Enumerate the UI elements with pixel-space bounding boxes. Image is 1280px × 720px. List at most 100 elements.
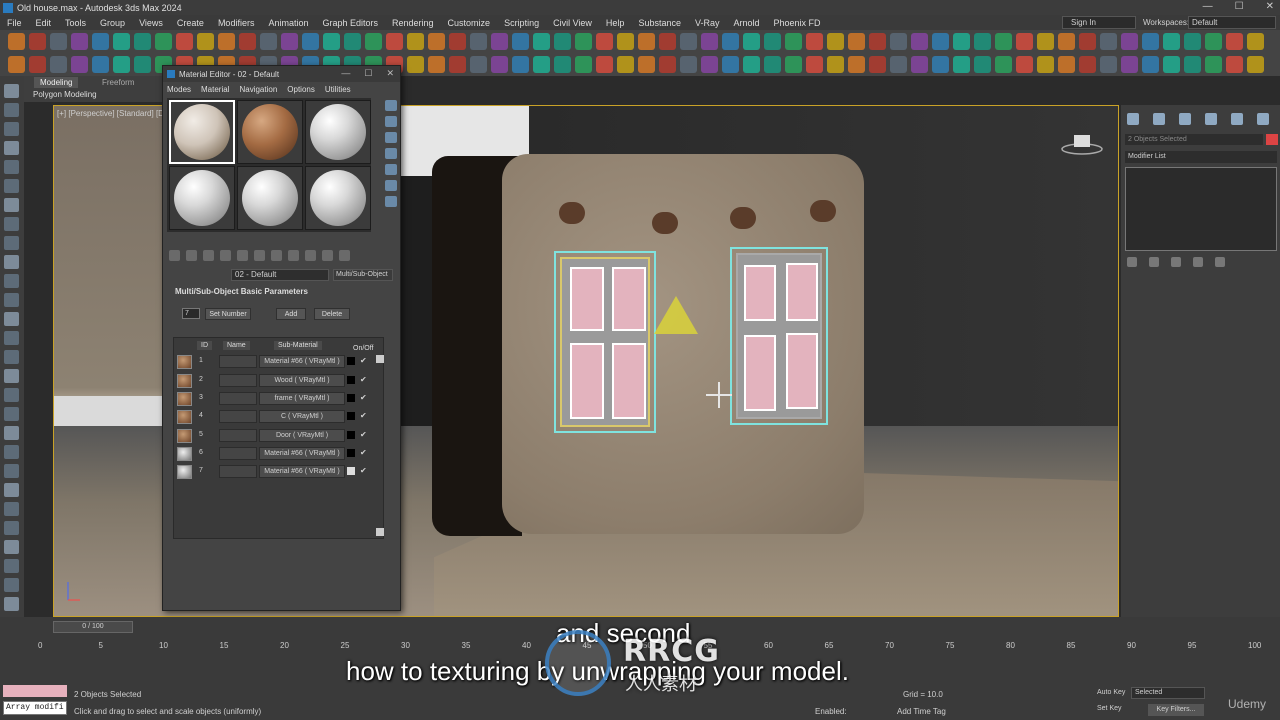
- toolbar-tool-icon[interactable]: [890, 33, 907, 50]
- toolbar-tool-icon[interactable]: [281, 33, 298, 50]
- toolbar-tool-icon[interactable]: [1184, 33, 1201, 50]
- toolbar-tool-icon[interactable]: [302, 33, 319, 50]
- menu-scripting[interactable]: Scripting: [497, 18, 546, 28]
- toolbar-tool-icon[interactable]: [512, 56, 529, 73]
- left-tool-icon[interactable]: [4, 255, 19, 269]
- set-key-button[interactable]: Set Key: [1097, 705, 1122, 712]
- toolbar-tool-icon[interactable]: [974, 33, 991, 50]
- toolbar-tool-icon[interactable]: [1205, 33, 1222, 50]
- left-tool-icon[interactable]: [4, 540, 19, 554]
- material-swatch[interactable]: [177, 447, 192, 461]
- toolbar-tool-icon[interactable]: [638, 56, 655, 73]
- row-name-field[interactable]: [219, 392, 257, 405]
- toolbar-tool-icon[interactable]: [134, 33, 151, 50]
- toolbar-tool-icon[interactable]: [491, 56, 508, 73]
- toolbar-tool-icon[interactable]: [848, 33, 865, 50]
- left-tool-icon[interactable]: [4, 483, 19, 497]
- sub-material-button[interactable]: Door ( VRayMtl ): [259, 429, 345, 442]
- create-tab-icon[interactable]: [1127, 113, 1139, 125]
- menu-group[interactable]: Group: [93, 18, 132, 28]
- toolbar-tool-icon[interactable]: [1121, 33, 1138, 50]
- scroll-up-arrow[interactable]: [376, 355, 384, 363]
- sample-slot[interactable]: [169, 166, 235, 230]
- menu-animation[interactable]: Animation: [261, 18, 315, 28]
- toolbar-tool-icon[interactable]: [764, 33, 781, 50]
- toolbar-tool-icon[interactable]: [911, 56, 928, 73]
- toolbar-tool-icon[interactable]: [1247, 33, 1264, 50]
- toolbar-tool-icon[interactable]: [218, 33, 235, 50]
- sample-slot[interactable]: [237, 100, 303, 164]
- toolbar-tool-icon[interactable]: [1142, 56, 1159, 73]
- me-close-button[interactable]: ✕: [386, 68, 394, 79]
- color-swatch[interactable]: [347, 376, 355, 384]
- toolbar-tool-icon[interactable]: [1226, 33, 1243, 50]
- toolbar-tool-icon[interactable]: [869, 33, 886, 50]
- color-swatch[interactable]: [347, 431, 355, 439]
- row-name-field[interactable]: [219, 465, 257, 478]
- window-left[interactable]: [554, 251, 656, 433]
- me-maximize-button[interactable]: ☐: [364, 68, 372, 79]
- left-tool-icon[interactable]: [4, 293, 19, 307]
- color-swatch[interactable]: [347, 412, 355, 420]
- menu-create[interactable]: Create: [170, 18, 211, 28]
- toolbar-tool-icon[interactable]: [470, 56, 487, 73]
- show-end-result-icon[interactable]: [1149, 257, 1159, 267]
- toolbar-tool-icon[interactable]: [134, 56, 151, 73]
- toolbar-tool-icon[interactable]: [659, 33, 676, 50]
- left-tool-icon[interactable]: [4, 464, 19, 478]
- put-to-scene-icon[interactable]: [186, 250, 197, 261]
- reset-map-icon[interactable]: [220, 250, 231, 261]
- toolbar-tool-icon[interactable]: [890, 56, 907, 73]
- toolbar-tool-icon[interactable]: [365, 33, 382, 50]
- remove-modifier-icon[interactable]: [1193, 257, 1203, 267]
- sign-in-dropdown[interactable]: Sign In: [1062, 16, 1136, 29]
- toolbar-tool-icon[interactable]: [827, 56, 844, 73]
- on-off-checkbox[interactable]: ✔: [360, 375, 367, 384]
- set-number-button[interactable]: Set Number: [205, 308, 251, 320]
- toolbar-tool-icon[interactable]: [1079, 56, 1096, 73]
- menu-edit[interactable]: Edit: [29, 18, 59, 28]
- left-tool-icon[interactable]: [4, 179, 19, 193]
- toolbar-tool-icon[interactable]: [953, 33, 970, 50]
- toolbar-tool-icon[interactable]: [323, 33, 340, 50]
- toolbar-tool-icon[interactable]: [239, 33, 256, 50]
- modifier-list-dropdown[interactable]: Modifier List: [1125, 151, 1277, 163]
- color-swatch[interactable]: [347, 394, 355, 402]
- toolbar-tool-icon[interactable]: [1100, 56, 1117, 73]
- put-to-library-icon[interactable]: [254, 250, 265, 261]
- menu-tools[interactable]: Tools: [58, 18, 93, 28]
- header-id[interactable]: ID: [197, 341, 212, 350]
- row-name-field[interactable]: [219, 374, 257, 387]
- toolbar-tool-icon[interactable]: [8, 56, 25, 73]
- toolbar-tool-icon[interactable]: [554, 56, 571, 73]
- toolbar-tool-icon[interactable]: [743, 56, 760, 73]
- toolbar-tool-icon[interactable]: [1163, 56, 1180, 73]
- left-tool-icon[interactable]: [4, 521, 19, 535]
- toolbar-tool-icon[interactable]: [71, 56, 88, 73]
- toolbar-tool-icon[interactable]: [743, 33, 760, 50]
- menu-customize[interactable]: Customize: [441, 18, 498, 28]
- menu-views[interactable]: Views: [132, 18, 170, 28]
- material-swatch[interactable]: [177, 429, 192, 443]
- material-swatch[interactable]: [177, 465, 192, 479]
- toolbar-tool-icon[interactable]: [1205, 56, 1222, 73]
- toolbar-tool-icon[interactable]: [1058, 56, 1075, 73]
- viewcube-icon[interactable]: [1060, 132, 1104, 156]
- table-row[interactable]: 4 C ( VRayMtl ) ✔: [174, 410, 374, 424]
- left-tool-icon[interactable]: [4, 198, 19, 212]
- toolbar-tool-icon[interactable]: [29, 33, 46, 50]
- assign-to-selection-icon[interactable]: [203, 250, 214, 261]
- configure-modifier-sets-icon[interactable]: [1215, 257, 1225, 267]
- left-tool-icon[interactable]: [4, 426, 19, 440]
- go-forward-sibling-icon[interactable]: [339, 250, 350, 261]
- material-swatch[interactable]: [177, 392, 192, 406]
- maximize-button[interactable]: ☐: [1235, 1, 1244, 12]
- toolbar-tool-icon[interactable]: [932, 33, 949, 50]
- scale-gizmo[interactable]: [654, 296, 698, 334]
- material-swatch[interactable]: [177, 410, 192, 424]
- object-name-field[interactable]: 2 Objects Selected: [1125, 134, 1263, 145]
- toolbar-tool-icon[interactable]: [953, 56, 970, 73]
- toolbar-tool-icon[interactable]: [722, 33, 739, 50]
- toolbar-tool-icon[interactable]: [533, 33, 550, 50]
- go-to-parent-icon[interactable]: [322, 250, 333, 261]
